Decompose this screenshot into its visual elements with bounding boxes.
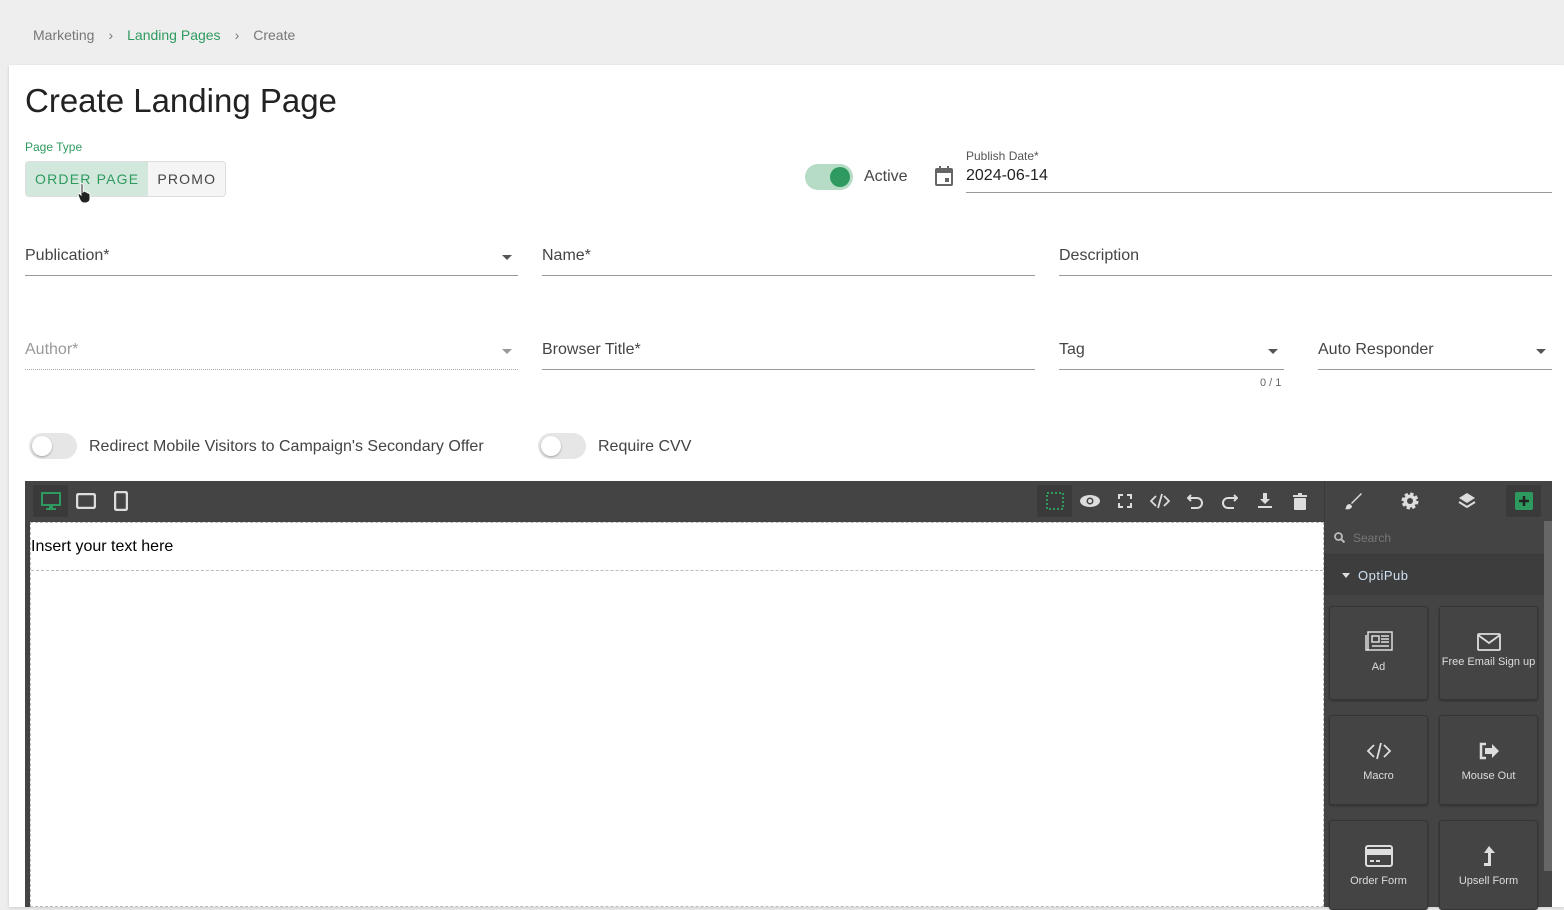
- tag-counter: 0 / 1: [1260, 377, 1282, 389]
- desktop-icon: [40, 492, 61, 510]
- block-mouse-out[interactable]: Mouse Out: [1439, 715, 1538, 805]
- promo-button[interactable]: PROMO: [148, 162, 226, 196]
- mobile-icon: [113, 491, 128, 511]
- options-toolbar: [1037, 481, 1317, 521]
- layer-manager-button[interactable]: [1449, 485, 1484, 517]
- block-macro[interactable]: Macro: [1329, 715, 1428, 805]
- search-icon: [1334, 532, 1345, 543]
- publish-date-input[interactable]: 2024-06-14: [966, 163, 1552, 193]
- expand-icon: [1117, 494, 1132, 508]
- browser-title-input[interactable]: Browser Title*: [542, 336, 1035, 370]
- redo-button[interactable]: [1212, 485, 1247, 517]
- plus-square-icon: [1514, 492, 1533, 510]
- category-label: OptiPub: [1358, 567, 1409, 583]
- settings-button[interactable]: [1393, 485, 1428, 517]
- block-ad[interactable]: Ad: [1329, 606, 1428, 700]
- fullscreen-button[interactable]: [1107, 485, 1142, 517]
- caret-down-icon: [502, 349, 512, 354]
- tag-select[interactable]: Tag: [1059, 336, 1284, 370]
- calendar-icon[interactable]: [934, 166, 954, 187]
- redirect-mobile-toggle[interactable]: [29, 433, 77, 459]
- page-type-toggle: ORDER PAGE PROMO: [25, 161, 227, 197]
- active-toggle[interactable]: [805, 164, 853, 190]
- gear-icon: [1401, 492, 1419, 510]
- preview-button[interactable]: [1072, 485, 1107, 517]
- redirect-mobile-label: Redirect Mobile Visitors to Campaign's S…: [89, 438, 484, 455]
- sw-visibility-button[interactable]: [1037, 485, 1072, 517]
- code-view-button[interactable]: [1142, 485, 1177, 517]
- require-cvv-toggle[interactable]: [538, 433, 586, 459]
- name-input[interactable]: Name*: [542, 242, 1035, 276]
- undo-button[interactable]: [1177, 485, 1212, 517]
- breadcrumb-marketing[interactable]: Marketing: [33, 27, 94, 43]
- hand-cursor-icon: [77, 182, 91, 204]
- panel-toolbar: [1324, 481, 1552, 521]
- require-cvv-label: Require CVV: [598, 438, 692, 455]
- tablet-device-button[interactable]: [68, 485, 103, 517]
- device-toolbar: [33, 481, 138, 521]
- auto-responder-select[interactable]: Auto Responder: [1318, 336, 1552, 370]
- download-icon: [1257, 493, 1272, 508]
- active-label: Active: [864, 168, 908, 185]
- author-select[interactable]: Author*: [25, 336, 518, 370]
- block-search[interactable]: Search: [1324, 521, 1544, 555]
- code-icon: [1366, 742, 1391, 760]
- chevron-right-icon: ›: [108, 27, 114, 43]
- envelope-icon: [1476, 633, 1501, 651]
- panel-scrollbar[interactable]: [1544, 521, 1552, 871]
- block-order-form[interactable]: Order Form: [1329, 820, 1428, 910]
- blocks-button[interactable]: [1506, 485, 1542, 517]
- code-icon: [1149, 493, 1170, 509]
- credit-card-icon: [1364, 845, 1393, 867]
- caret-down-icon: [1536, 349, 1546, 354]
- level-up-icon: [1483, 846, 1495, 866]
- breadcrumb-landing-pages[interactable]: Landing Pages: [127, 27, 220, 43]
- caret-down-icon: [1268, 349, 1278, 354]
- text-block[interactable]: Insert your text here: [31, 523, 1323, 571]
- mobile-device-button[interactable]: [103, 485, 138, 517]
- page-type-label: Page Type: [25, 140, 83, 154]
- desktop-device-button[interactable]: [33, 485, 68, 517]
- undo-icon: [1186, 494, 1203, 509]
- breadcrumb-create: Create: [253, 27, 296, 43]
- newspaper-icon: [1364, 631, 1393, 651]
- page-title: Create Landing Page: [25, 82, 337, 119]
- dotted-square-icon: [1045, 492, 1064, 510]
- eye-icon: [1079, 495, 1100, 507]
- layers-icon: [1458, 493, 1476, 509]
- category-optipub[interactable]: OptiPub: [1324, 555, 1544, 595]
- sign-out-icon: [1479, 742, 1499, 760]
- page-editor: Insert your text here Search OptiPub Ad …: [25, 481, 1552, 910]
- clear-canvas-button[interactable]: [1282, 485, 1317, 517]
- breadcrumb: Marketing › Landing Pages › Create: [33, 27, 295, 43]
- paint-brush-icon: [1345, 493, 1363, 510]
- style-manager-button[interactable]: [1336, 485, 1371, 517]
- redo-icon: [1221, 494, 1238, 509]
- publish-date-label: Publish Date*: [966, 149, 1039, 163]
- search-placeholder: Search: [1353, 530, 1392, 545]
- block-upsell-form[interactable]: Upsell Form: [1439, 820, 1538, 910]
- export-button[interactable]: [1247, 485, 1282, 517]
- block-free-email-signup[interactable]: Free Email Sign up: [1439, 606, 1538, 700]
- description-input[interactable]: Description: [1059, 242, 1552, 276]
- publication-select[interactable]: Publication*: [25, 242, 518, 276]
- blocks-panel: Search OptiPub Ad Free Email Sign up Mac…: [1324, 521, 1544, 910]
- caret-down-icon: [1342, 572, 1350, 578]
- tablet-icon: [75, 493, 96, 509]
- caret-down-icon: [502, 255, 512, 260]
- editor-canvas[interactable]: Insert your text here: [30, 522, 1324, 907]
- trash-icon: [1292, 492, 1307, 510]
- chevron-right-icon: ›: [234, 27, 240, 43]
